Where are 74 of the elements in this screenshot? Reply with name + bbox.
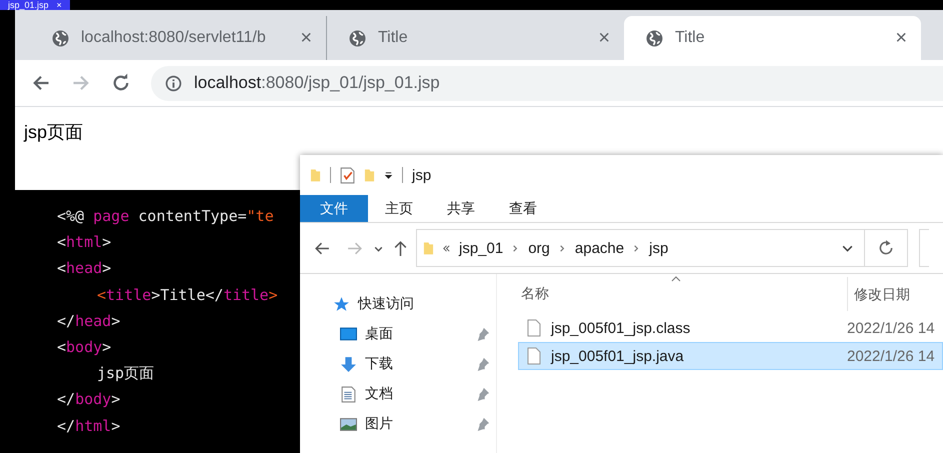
download-icon	[340, 356, 357, 372]
star-icon	[333, 296, 350, 312]
nav-item[interactable]: 快速访问	[300, 289, 496, 319]
nav-label: 图片	[365, 415, 394, 433]
globe-icon	[349, 30, 366, 46]
ribbon-tab[interactable]: 主页	[368, 195, 430, 222]
address-field[interactable]: jsp_01 org apache jsp	[416, 229, 865, 267]
browser-tab[interactable]: Title ×	[327, 16, 624, 60]
overflow-chevron-icon[interactable]	[442, 244, 451, 252]
browser-tab[interactable]: Title ×	[624, 16, 921, 60]
file-row[interactable]: jsp_005f01_jsp.class 2022/1/26 14	[518, 314, 943, 342]
back-icon[interactable]	[31, 73, 51, 93]
folder-icon	[423, 240, 434, 256]
nav-label: 快速访问	[358, 295, 415, 313]
ribbon-tab[interactable]: 文件	[300, 195, 368, 222]
breadcrumb-item[interactable]: jsp	[649, 240, 668, 256]
up-arrow-icon[interactable]	[392, 240, 409, 256]
nav-label: 文档	[365, 385, 394, 403]
pin-icon[interactable]	[476, 387, 490, 401]
picture-icon	[340, 416, 357, 432]
editor-tab[interactable]: jsp_01.jsp ×	[0, 0, 70, 10]
column-header[interactable]: 修改日期	[847, 277, 910, 311]
globe-icon	[52, 30, 69, 46]
dropdown-icon[interactable]	[384, 170, 393, 180]
file-name: jsp_005f01_jsp.class	[551, 320, 690, 336]
folder-icon	[310, 167, 321, 183]
code-line: <title>Title</title>	[96, 284, 278, 306]
address-bar[interactable]: localhost:8080/jsp_01/jsp_01.jsp	[151, 66, 943, 100]
breadcrumb-item[interactable]: jsp_01	[459, 240, 504, 256]
close-icon[interactable]: ×	[598, 26, 610, 50]
browser-tab[interactable]: localhost:8080/servlet11/b ×	[30, 16, 327, 60]
close-icon[interactable]: ×	[300, 26, 312, 50]
pin-icon[interactable]	[476, 357, 490, 371]
file-icon	[527, 319, 541, 337]
file-name: jsp_005f01_jsp.java	[551, 348, 684, 364]
sort-caret-icon	[671, 276, 681, 282]
globe-icon	[646, 30, 663, 46]
page-text: jsp页面	[24, 122, 84, 142]
nav-item[interactable]: 桌面	[300, 319, 496, 349]
nav-label: 桌面	[365, 325, 394, 343]
file-date: 2022/1/26 14	[847, 348, 935, 364]
nav-label: 下载	[365, 355, 394, 373]
breadcrumb-item[interactable]: org	[528, 240, 550, 256]
file-date: 2022/1/26 14	[847, 320, 935, 336]
window-title: jsp	[412, 166, 432, 184]
search-field[interactable]	[919, 229, 929, 267]
pin-icon[interactable]	[476, 327, 490, 341]
column-header[interactable]: 名称	[521, 285, 549, 303]
close-icon[interactable]: ×	[895, 26, 907, 50]
nav-item[interactable]: 文档	[300, 379, 496, 409]
nav-item[interactable]: 下载	[300, 349, 496, 379]
desktop-icon	[340, 326, 357, 342]
info-icon	[165, 74, 182, 92]
ribbon-tab[interactable]: 共享	[430, 195, 492, 222]
nav-item[interactable]: 图片	[300, 409, 496, 439]
code-line: </html>	[57, 416, 122, 436]
pin-icon[interactable]	[476, 417, 490, 431]
breadcrumb-item[interactable]: apache	[574, 240, 624, 256]
code-line: </head>	[57, 310, 122, 332]
code-line: jsp页面	[96, 363, 156, 384]
refresh-button[interactable]	[865, 229, 908, 267]
ribbon-tab[interactable]: 查看	[492, 195, 554, 222]
document-icon	[340, 386, 357, 402]
chevron-right-icon[interactable]	[558, 244, 567, 252]
code-line: <html>	[57, 232, 112, 254]
code-line: <head>	[57, 258, 112, 280]
code-line: <body>	[57, 336, 112, 358]
refresh-icon	[877, 239, 895, 257]
file-icon	[527, 347, 541, 365]
file-row[interactable]: jsp_005f01_jsp.java 2022/1/26 14	[518, 342, 943, 370]
code-line: <%@ page contentType="te	[57, 206, 275, 227]
code-line: </body>	[57, 389, 122, 410]
reload-icon[interactable]	[111, 73, 131, 93]
properties-icon[interactable]	[340, 166, 355, 184]
